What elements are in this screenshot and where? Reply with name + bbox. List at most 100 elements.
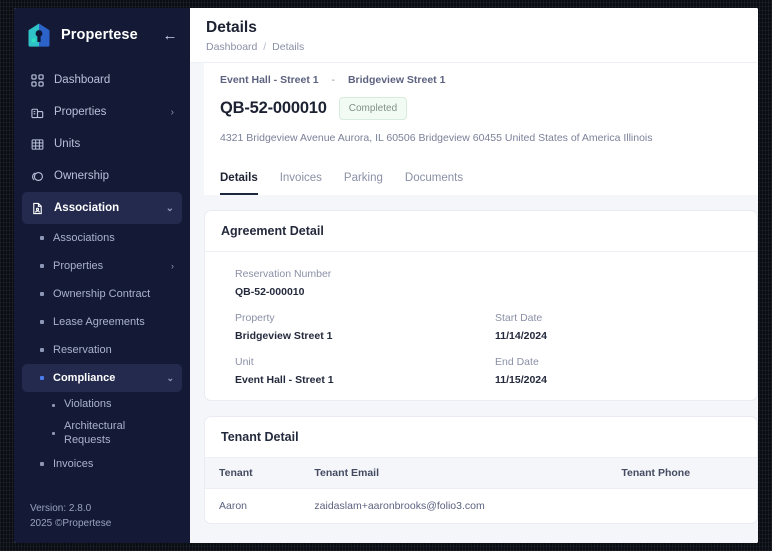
sidebar-collapse-icon[interactable]: ←: [162, 27, 178, 43]
sidebar-item-units[interactable]: Units: [22, 128, 182, 160]
breadcrumb: Dashboard / Details: [206, 41, 742, 53]
sidebar-subitem-label: Ownership Contract: [53, 288, 151, 300]
sidebar-item-dashboard[interactable]: Dashboard: [22, 64, 182, 96]
bullet-icon: [40, 236, 44, 240]
field-unit: Unit Event Hall - Street 1: [221, 356, 481, 386]
sidebar-subitem-lease-agreements[interactable]: Lease Agreements: [22, 308, 182, 336]
tab-invoices[interactable]: Invoices: [280, 172, 322, 195]
document-icon: [30, 201, 44, 215]
reservation-id-row: QB-52-000010 Completed: [220, 97, 742, 120]
breadcrumb-separator: /: [263, 41, 267, 53]
field-label: Reservation Number: [235, 268, 332, 280]
sidebar-footer: Version: 2.8.0 2025 ©Propertese: [14, 502, 190, 531]
sidebar-item-label: Dashboard: [54, 74, 111, 86]
sidebar-item-label: Ownership: [54, 170, 109, 182]
tenant-detail-title: Tenant Detail: [205, 417, 757, 458]
unit-property-line: Event Hall - Street 1 - Bridgeview Stree…: [220, 74, 742, 86]
sidebar-subitem-properties[interactable]: Properties ›: [22, 252, 182, 280]
sidebar-item-label: Units: [54, 138, 81, 150]
version-text: Version: 2.8.0: [30, 503, 92, 514]
bullet-icon: [52, 432, 55, 436]
agreement-detail-card: Agreement Detail Reservation Number QB-5…: [204, 210, 758, 401]
chevron-down-icon: ⌄: [165, 202, 174, 214]
tenant-detail-card: Tenant Detail Tenant Tenant Email Tenant…: [204, 416, 758, 524]
ownership-icon: [30, 169, 44, 183]
field-property: Property Bridgeview Street 1: [221, 312, 481, 342]
grid-icon: [30, 73, 44, 87]
sidebar-item-association[interactable]: Association ⌄: [22, 192, 182, 224]
field-empty: [481, 268, 741, 298]
field-reservation-number: Reservation Number QB-52-000010: [221, 268, 481, 298]
units-grid-icon: [30, 137, 44, 151]
table-header-row: Tenant Tenant Email Tenant Phone: [205, 458, 757, 489]
bullet-icon: [40, 320, 44, 324]
unit-name: Event Hall - Street 1: [220, 74, 319, 86]
page-header: Details Dashboard / Details: [190, 8, 758, 63]
chevron-down-icon: ⌄: [166, 372, 174, 383]
tenant-table: Tenant Tenant Email Tenant Phone Aaron z…: [205, 458, 757, 523]
breadcrumb-root[interactable]: Dashboard: [206, 41, 257, 53]
sidebar-subitem-ownership-contract[interactable]: Ownership Contract: [22, 280, 182, 308]
field-end-date: End Date 11/15/2024: [481, 356, 741, 386]
dash-separator: -: [331, 74, 336, 86]
sidebar-subitem-reservation[interactable]: Reservation: [22, 336, 182, 364]
field-value: Event Hall - Street 1: [235, 374, 334, 386]
field-label: Start Date: [495, 312, 543, 324]
chevron-right-icon: ›: [170, 106, 174, 118]
sidebar: Propertese ← Dashboard Properties › Unit…: [14, 8, 190, 543]
sidebar-subitem-invoices[interactable]: Invoices: [22, 450, 182, 478]
content-pad: Event Hall - Street 1 - Bridgeview Stree…: [190, 63, 758, 524]
sidebar-subsubitem-label: Violations: [64, 398, 112, 411]
page-title: Details: [206, 19, 257, 36]
bullet-icon: [40, 292, 44, 296]
property-name: Bridgeview Street 1: [347, 74, 446, 86]
chevron-right-icon: ›: [171, 261, 174, 271]
sidebar-item-properties[interactable]: Properties ›: [22, 96, 182, 128]
tenant-table-body: Aaron zaidaslam+aaronbrooks@folio3.com: [205, 489, 757, 524]
sidebar-subsubitem-architectural-requests[interactable]: Architectural Requests: [22, 418, 182, 450]
brand-header: Propertese ←: [14, 8, 190, 64]
agreement-detail-title: Agreement Detail: [205, 211, 757, 252]
cell-tenant-email: zaidaslam+aaronbrooks@folio3.com: [314, 500, 485, 512]
sidebar-nav: Dashboard Properties › Units Ownership A…: [14, 64, 190, 478]
field-value: Bridgeview Street 1: [235, 330, 333, 342]
sidebar-item-ownership[interactable]: Ownership: [22, 160, 182, 192]
scroll-area[interactable]: Event Hall - Street 1 - Bridgeview Stree…: [190, 63, 758, 543]
column-header-tenant[interactable]: Tenant: [205, 458, 301, 489]
brand-name: Propertese: [61, 27, 138, 43]
sidebar-item-label: Properties: [54, 106, 107, 118]
tab-documents[interactable]: Documents: [405, 172, 463, 195]
cell-tenant: Aaron: [219, 500, 248, 512]
sidebar-subitem-label: Associations: [53, 232, 115, 244]
sidebar-subitem-label: Properties: [53, 260, 104, 272]
agreement-field-grid: Reservation Number QB-52-000010 Property: [221, 268, 741, 386]
reservation-summary: Event Hall - Street 1 - Bridgeview Stree…: [204, 63, 758, 158]
bullet-icon: [40, 461, 44, 466]
tab-parking[interactable]: Parking: [344, 172, 383, 195]
bullet-icon: [40, 264, 44, 268]
copyright-text: 2025 ©Propertese: [30, 517, 112, 529]
status-badge: Completed: [338, 97, 408, 120]
bullet-icon: [40, 348, 44, 352]
agreement-detail-body: Reservation Number QB-52-000010 Property: [205, 252, 757, 400]
field-value: QB-52-000010: [235, 286, 305, 298]
tab-bar: Details Invoices Parking Documents: [204, 158, 758, 195]
field-label: Property: [235, 312, 275, 324]
sidebar-subsubitem-violations[interactable]: Violations: [22, 392, 182, 418]
tab-details[interactable]: Details: [220, 172, 258, 195]
bullet-icon: [40, 376, 44, 380]
sidebar-subsubitem-label: Architectural Requests: [64, 420, 126, 446]
sidebar-subitem-label: Invoices: [53, 457, 94, 470]
sidebar-subitem-label: Compliance: [53, 372, 116, 384]
sidebar-subitem-label: Reservation: [53, 344, 112, 356]
building-icon: [30, 105, 44, 119]
cell-tenant-phone: [607, 489, 757, 524]
sidebar-subitem-associations[interactable]: Associations: [22, 224, 182, 252]
address-text: 4321 Bridgeview Avenue Aurora, IL 60506 …: [220, 132, 653, 144]
column-header-tenant-phone[interactable]: Tenant Phone: [607, 458, 757, 489]
table-row[interactable]: Aaron zaidaslam+aaronbrooks@folio3.com: [205, 489, 757, 524]
breadcrumb-current: Details: [272, 41, 305, 53]
field-value: 11/14/2024: [495, 330, 547, 342]
column-header-tenant-email[interactable]: Tenant Email: [300, 458, 608, 489]
sidebar-subitem-compliance[interactable]: Compliance ⌄: [22, 364, 182, 392]
